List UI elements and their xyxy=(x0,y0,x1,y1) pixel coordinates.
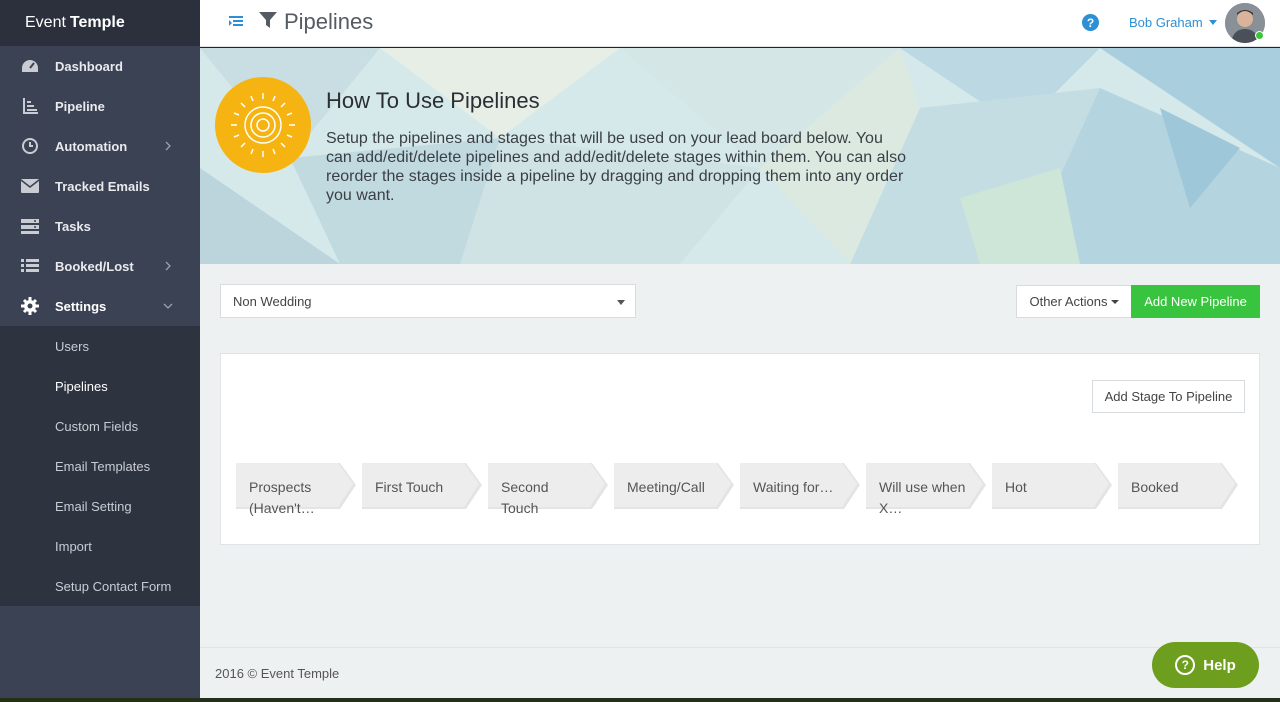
sidebar-item-pipeline[interactable]: Pipeline xyxy=(0,86,200,126)
brand-logo[interactable]: Event Temple xyxy=(0,0,200,46)
pipeline-icon xyxy=(20,96,40,116)
help-label: Help xyxy=(1203,656,1236,674)
chevron-down-icon xyxy=(161,299,175,313)
sidebar-item-setup-contact-form[interactable]: Setup Contact Form xyxy=(0,566,200,606)
stage-item[interactable]: Prospects (Haven't… xyxy=(236,463,356,516)
stage-item[interactable]: Second Touch xyxy=(488,463,608,516)
other-actions-label: Other Actions xyxy=(1029,294,1108,309)
stage-item[interactable]: Booked xyxy=(1118,463,1238,511)
stage-item[interactable]: Hot xyxy=(992,463,1112,511)
banner-title: How To Use Pipelines xyxy=(326,88,540,113)
copyright-text: 2016 © Event Temple xyxy=(215,666,340,681)
pipeline-select[interactable]: Non Wedding xyxy=(220,284,636,318)
help-button[interactable]: ? Help xyxy=(1152,642,1259,688)
stage-label: Booked xyxy=(1131,479,1179,495)
envelope-icon xyxy=(20,176,40,196)
sidebar-item-label: Settings xyxy=(55,298,107,314)
stage-item[interactable]: Waiting for… xyxy=(740,463,860,511)
caret-down-icon xyxy=(617,300,625,305)
banner-text: Setup the pipelines and stages that will… xyxy=(326,130,906,204)
stage-label: Will use when X… xyxy=(879,479,966,516)
stage-label: Second Touch xyxy=(501,479,549,516)
chevron-right-icon xyxy=(161,139,175,153)
filter-icon xyxy=(258,10,278,35)
user-name: Bob Graham xyxy=(1129,15,1203,30)
stage-item[interactable]: Will use when X… xyxy=(866,463,986,516)
stages-panel: Add Stage To Pipeline Prospects (Haven't… xyxy=(220,353,1260,545)
sidebar-item-users[interactable]: Users xyxy=(0,326,200,366)
page-title: Pipelines xyxy=(284,9,374,34)
sun-icon xyxy=(215,77,311,173)
add-new-pipeline-button[interactable]: Add New Pipeline xyxy=(1131,285,1260,318)
sidebar-item-label: Pipeline xyxy=(55,98,105,114)
sidebar-item-label: Dashboard xyxy=(55,58,123,74)
top-bar: Pipelines ? Bob Graham xyxy=(200,0,1280,47)
chevron-right-icon xyxy=(161,259,175,273)
sidebar-item-dashboard[interactable]: Dashboard xyxy=(0,46,200,86)
sidebar-item-label: Booked/Lost xyxy=(55,258,134,274)
gear-icon xyxy=(20,296,40,316)
sidebar-item-import[interactable]: Import xyxy=(0,526,200,566)
dashboard-icon xyxy=(20,56,40,76)
online-status-dot xyxy=(1255,31,1264,40)
help-icon[interactable]: ? xyxy=(1082,14,1099,31)
footer: 2016 © Event Temple ? Help xyxy=(200,642,1280,698)
brand-first: Event xyxy=(25,14,66,31)
stage-label: Meeting/Call xyxy=(627,479,705,495)
menu-toggle-icon[interactable] xyxy=(229,15,245,29)
sidebar-item-automation[interactable]: Automation xyxy=(0,126,200,166)
sidebar-item-email-templates[interactable]: Email Templates xyxy=(0,446,200,486)
sidebar-item-booked-lost[interactable]: Booked/Lost xyxy=(0,246,200,286)
user-menu[interactable]: Bob Graham xyxy=(1129,15,1217,30)
stage-item[interactable]: First Touch xyxy=(362,463,482,511)
sidebar-item-tracked-emails[interactable]: Tracked Emails xyxy=(0,166,200,206)
sidebar-item-tasks[interactable]: Tasks xyxy=(0,206,200,246)
sidebar-item-label: Tasks xyxy=(55,218,91,234)
other-actions-button[interactable]: Other Actions xyxy=(1016,285,1132,318)
main-content: How To Use Pipelines Setup the pipelines… xyxy=(200,48,1280,648)
sidebar-item-label: Tracked Emails xyxy=(55,178,150,194)
stage-label: Waiting for… xyxy=(753,479,834,495)
info-banner: How To Use Pipelines Setup the pipelines… xyxy=(200,48,1280,264)
stage-label: Prospects (Haven't… xyxy=(249,479,315,516)
stage-label: Hot xyxy=(1005,479,1027,495)
brand-second: Temple xyxy=(69,14,125,31)
sidebar-item-settings[interactable]: Settings xyxy=(0,286,200,326)
pipeline-select-value: Non Wedding xyxy=(233,294,312,309)
question-icon: ? xyxy=(1175,655,1196,675)
caret-down-icon xyxy=(1208,20,1217,25)
sidebar-item-label: Automation xyxy=(55,138,128,154)
stage-label: First Touch xyxy=(375,479,444,495)
sidebar-item-custom-fields[interactable]: Custom Fields xyxy=(0,406,200,446)
add-stage-button[interactable]: Add Stage To Pipeline xyxy=(1092,380,1245,413)
stage-item[interactable]: Meeting/Call xyxy=(614,463,734,511)
sidebar-item-email-setting[interactable]: Email Setting xyxy=(0,486,200,526)
tasks-icon xyxy=(20,216,40,236)
desktop-background-strip xyxy=(0,698,1280,702)
sidebar-item-pipelines[interactable]: Pipelines xyxy=(0,366,200,406)
list-icon xyxy=(20,256,40,276)
settings-submenu: Users Pipelines Custom Fields Email Temp… xyxy=(0,326,200,606)
caret-down-icon xyxy=(1110,299,1119,304)
sidebar: Event Temple Dashboard Pipeline Automati… xyxy=(0,0,200,698)
clock-icon xyxy=(20,136,40,156)
